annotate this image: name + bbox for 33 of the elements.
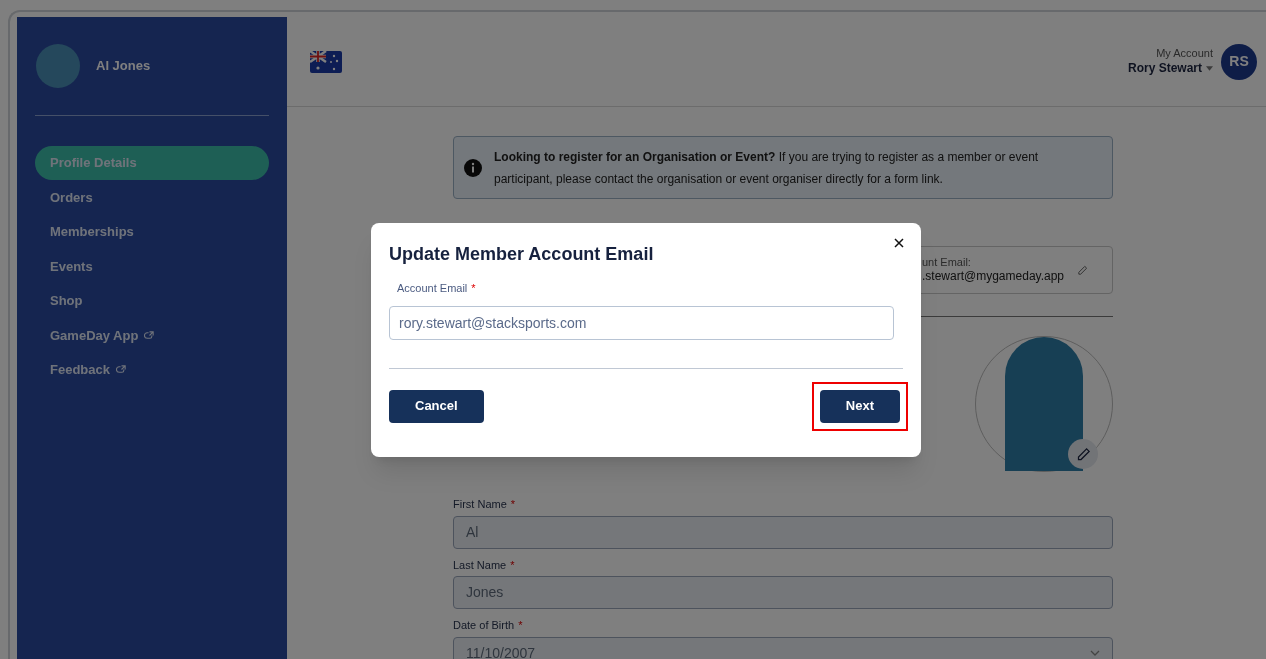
- caret-icon: [1206, 65, 1213, 71]
- notice-text: Looking to register for an Organisation or Event? If you are trying to register as a member or event participant, please contact the organisation or event organiser directly for a form link.: [494, 148, 1040, 188]
- avatar-photo-placeholder: [36, 44, 80, 88]
- field-label: Last Name *: [453, 557, 516, 573]
- close-icon[interactable]: [894, 238, 904, 248]
- nav-item[interactable]: Memberships: [35, 215, 269, 249]
- chevron-down-icon: [1090, 650, 1100, 656]
- email-input[interactable]: rory.stewart@stacksports.com: [389, 305, 894, 340]
- australian-flag-icon: [310, 50, 342, 73]
- input-field[interactable]: Al: [453, 515, 1113, 549]
- pencil-icon: [1075, 446, 1091, 462]
- next-button[interactable]: Next: [819, 389, 900, 423]
- edit-photo-button[interactable]: [1068, 439, 1098, 469]
- account-label: My Account: [1156, 47, 1213, 61]
- cancel-button[interactable]: Cancel: [389, 389, 484, 423]
- user-name: Al Jones: [96, 57, 151, 76]
- nav-item[interactable]: GameDay App: [35, 318, 269, 352]
- account-email-label: unt Email:: [922, 255, 972, 270]
- user-initials-avatar[interactable]: RS: [1221, 43, 1257, 80]
- modal-title: Update Member Account Email: [389, 243, 654, 266]
- field-label: Account Email *: [397, 281, 477, 296]
- nav-item[interactable]: Orders: [35, 180, 269, 214]
- account-menu[interactable]: Rory Stewart: [1127, 60, 1213, 76]
- info-icon: [464, 158, 482, 177]
- field-label: First Name *: [453, 497, 517, 512]
- account-email-value: .stewart@mygameday.app: [922, 269, 1065, 285]
- field-label: Date of Birth *: [453, 618, 524, 633]
- nav-item[interactable]: Shop: [35, 284, 269, 318]
- date-select-field[interactable]: 11/10/2007: [453, 636, 1113, 659]
- edit-icon: [1077, 264, 1088, 276]
- nav-item[interactable]: Events: [35, 249, 269, 283]
- nav-item[interactable]: Feedback: [35, 353, 269, 387]
- input-field[interactable]: Jones: [453, 576, 1113, 609]
